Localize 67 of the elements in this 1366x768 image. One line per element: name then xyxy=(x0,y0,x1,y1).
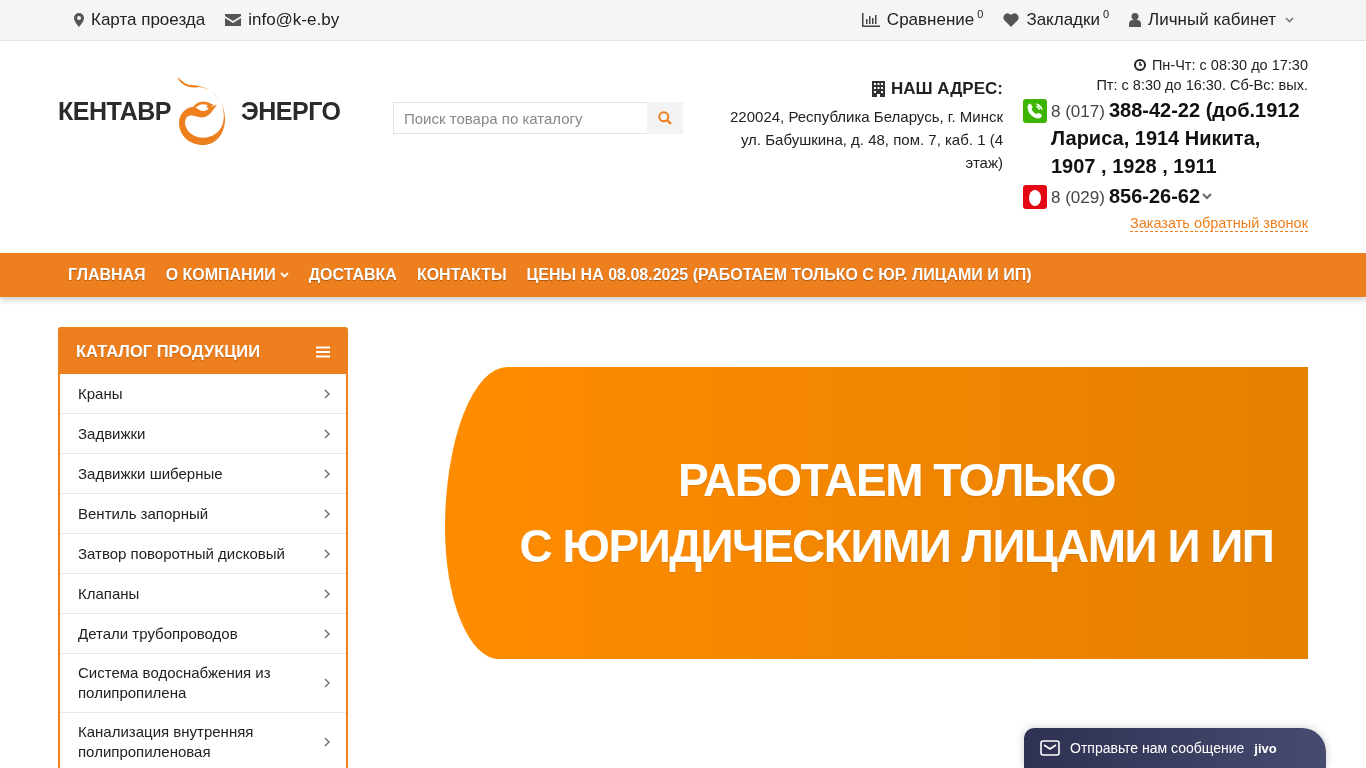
bar-chart-icon xyxy=(861,13,880,27)
catalog-item-label: Краны xyxy=(78,383,123,404)
chat-brand: jivo xyxy=(1254,740,1277,756)
catalog-item[interactable]: Система водоснабжения из полипропилена xyxy=(60,654,346,713)
catalog-item-label: Затвор поворотный дисковый xyxy=(78,543,285,564)
catalog-item-label: Канализация внутренняя полипропиленовая xyxy=(78,722,255,762)
address-text: 220024, Республика Беларусь, г. Минск ул. Бабушкина, д. 48, пом. 7, каб. 1 (4 этаж) xyxy=(729,107,1003,173)
catalog-item-label: Задвижки шиберные xyxy=(78,463,223,484)
phone-number[interactable]: 8 (017) 388-42-22 (доб.1912 Лариса, 1914 Никита, 1907 , 1928 , 1911 xyxy=(1051,97,1308,181)
chat-widget[interactable]: Отправьте нам сообщение jivo xyxy=(1024,728,1326,768)
chevron-right-icon xyxy=(324,628,330,639)
topbar-link[interactable]: info@k-e.by xyxy=(225,10,340,30)
chevron-right-icon xyxy=(324,737,330,747)
heart-icon xyxy=(1003,13,1020,27)
link-label: Личный кабинет xyxy=(1148,10,1276,30)
topbar-link[interactable]: Сравнение $^{0}$ xyxy=(861,10,984,30)
egg-logo-icon xyxy=(1023,185,1047,209)
map-pin-icon xyxy=(74,13,84,27)
catalog-item[interactable]: Канализация внутренняя полипропиленовая xyxy=(60,713,346,768)
search-field[interactable]: Поиск товара по каталогу xyxy=(393,102,647,134)
clock-icon xyxy=(1133,59,1146,71)
catalog-title: КАТАЛОГ ПРОДУКЦИИ xyxy=(76,342,260,361)
banner-text: РАБОТАЕМ ТОЛЬКО xyxy=(677,453,1116,508)
count-label: 0 xyxy=(977,8,984,20)
catalog-item[interactable]: Задвижки шиберные xyxy=(60,454,346,494)
catalog-item[interactable]: Задвижки xyxy=(60,414,346,454)
catalog-item[interactable]: Клапаны xyxy=(60,574,346,614)
banner-text: С ЮРИДИЧЕСКИМИ ЛИЦАМИ И ИП xyxy=(519,519,1274,574)
logo-text: КЕНТАВР xyxy=(58,96,171,126)
catalog-item[interactable]: Вентиль запорный xyxy=(60,494,346,534)
catalog-item-label: Клапаны xyxy=(78,583,140,604)
link-label: Закладки xyxy=(1026,10,1100,30)
chevron-right-icon xyxy=(324,508,330,519)
catalog-item[interactable]: Краны xyxy=(60,374,346,414)
chevron-right-icon xyxy=(324,548,330,559)
topbar-link[interactable]: Карта проезда xyxy=(74,10,206,30)
catalog-item[interactable]: Затвор поворотный дисковый xyxy=(60,534,346,574)
envelope-icon xyxy=(1040,740,1060,756)
user-icon xyxy=(1129,13,1142,27)
chevron-right-icon xyxy=(324,588,330,599)
phone-number[interactable]: 8 (029) 856-26-62 xyxy=(1051,183,1201,211)
link-label: Сравнение xyxy=(886,10,975,30)
chevron-right-icon xyxy=(324,428,330,439)
catalog-item-label: Детали трубопроводов xyxy=(78,623,238,644)
search-button[interactable] xyxy=(647,102,683,134)
chevron-right-icon xyxy=(324,678,330,688)
working-hours: Пн-Чт: с 08:30 до 17:30 xyxy=(1151,56,1308,75)
building-icon xyxy=(872,81,885,97)
catalog-item[interactable]: Детали трубопроводов xyxy=(60,614,346,654)
chat-label: Отправьте нам сообщение xyxy=(1070,740,1245,756)
address-title: НАШ АДРЕС: xyxy=(891,79,1003,99)
envelope-icon xyxy=(225,14,242,26)
phone-icon xyxy=(1023,99,1047,123)
topbar-link[interactable]: Личный кабинет xyxy=(1129,10,1294,30)
logo[interactable]: КЕНТАВР ЭНЕРГО xyxy=(58,75,341,147)
count-label: 0 xyxy=(1102,8,1110,20)
working-hours: Пт: с 8:30 до 16:30. Сб-Вс: вых. xyxy=(1096,76,1308,95)
chevron-right-icon xyxy=(324,388,330,399)
menu-icon[interactable] xyxy=(316,345,330,358)
catalog-item-label: Вентиль запорный xyxy=(78,503,209,524)
topbar-link[interactable]: Закладки $^{0}$ xyxy=(1003,10,1110,30)
logo-text: ЭНЕРГО xyxy=(240,96,341,126)
catalog-item-label: Задвижки xyxy=(78,423,146,444)
catalog-item-label: Система водоснабжения из полипропилена xyxy=(78,663,272,703)
chevron-down-icon[interactable] xyxy=(1202,193,1213,200)
chevron-right-icon xyxy=(324,468,330,479)
search-icon xyxy=(658,111,672,125)
